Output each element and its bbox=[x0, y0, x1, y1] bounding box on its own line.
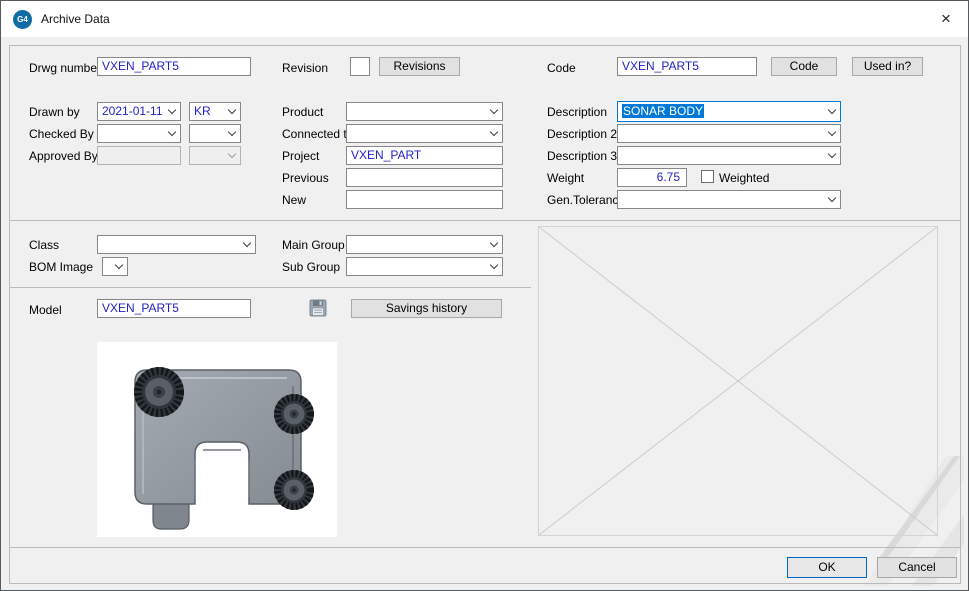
chevron-down-icon[interactable] bbox=[485, 258, 502, 275]
description-combo[interactable]: SONAR BODY bbox=[617, 101, 841, 122]
chevron-down-icon[interactable] bbox=[823, 147, 840, 164]
approved-by-initials-combo bbox=[189, 146, 241, 165]
weighted-checkbox-label: Weighted bbox=[719, 171, 769, 185]
checked-by-initials-combo[interactable] bbox=[189, 124, 241, 143]
chevron-down-icon[interactable] bbox=[223, 103, 240, 120]
chevron-down-icon[interactable] bbox=[163, 125, 180, 142]
separator bbox=[9, 547, 961, 548]
previous-label: Previous bbox=[282, 171, 329, 185]
cancel-button[interactable]: Cancel bbox=[877, 557, 957, 578]
new-label: New bbox=[282, 193, 306, 207]
drawn-by-initials-combo[interactable]: KR bbox=[189, 102, 241, 121]
connected-to-label: Connected to bbox=[282, 127, 353, 141]
checked-by-date-value bbox=[102, 125, 162, 142]
drawn-by-label: Drawn by bbox=[29, 105, 80, 119]
chevron-down-icon[interactable] bbox=[823, 102, 840, 121]
class-combo[interactable] bbox=[97, 235, 256, 254]
class-label: Class bbox=[29, 238, 59, 252]
revisions-button[interactable]: Revisions bbox=[379, 57, 460, 76]
drawn-by-initials-value: KR bbox=[194, 103, 222, 120]
dialog-title: Archive Data bbox=[41, 12, 110, 26]
used-in-button[interactable]: Used in? bbox=[852, 57, 923, 76]
approved-by-initials-value bbox=[194, 147, 222, 164]
ok-button[interactable]: OK bbox=[787, 557, 867, 578]
weight-label: Weight bbox=[547, 171, 584, 185]
chevron-down-icon[interactable] bbox=[238, 236, 255, 253]
save-disk-icon[interactable] bbox=[307, 297, 329, 319]
code-label: Code bbox=[547, 61, 576, 75]
project-label: Project bbox=[282, 149, 319, 163]
separator bbox=[9, 287, 531, 288]
gen-tolerance-value bbox=[622, 191, 822, 208]
connected-to-value bbox=[351, 125, 484, 142]
description-value: SONAR BODY bbox=[622, 102, 822, 121]
weight-field[interactable]: 6.75 bbox=[617, 168, 687, 187]
main-group-combo[interactable] bbox=[346, 235, 503, 254]
description2-combo[interactable] bbox=[617, 124, 841, 143]
product-label: Product bbox=[282, 105, 323, 119]
drwg-number-field[interactable]: VXEN_PART5 bbox=[97, 57, 251, 76]
bom-image-combo[interactable] bbox=[102, 257, 128, 276]
gen-tolerance-combo[interactable] bbox=[617, 190, 841, 209]
chevron-down-icon[interactable] bbox=[485, 103, 502, 120]
drwg-number-label: Drwg number bbox=[29, 61, 101, 75]
description2-value bbox=[622, 125, 822, 142]
main-group-value bbox=[351, 236, 484, 253]
3d-part-drawing bbox=[97, 342, 337, 537]
selected-text: SONAR BODY bbox=[622, 104, 704, 118]
gen-tolerance-label: Gen.Tolerance bbox=[547, 193, 625, 207]
chevron-down-icon[interactable] bbox=[223, 125, 240, 142]
revision-field[interactable] bbox=[350, 57, 370, 76]
main-group-label: Main Group bbox=[282, 238, 345, 252]
new-field[interactable] bbox=[346, 190, 503, 209]
placeholder-cross-icon bbox=[539, 227, 937, 535]
sub-group-label: Sub Group bbox=[282, 260, 340, 274]
chevron-down-icon[interactable] bbox=[163, 103, 180, 120]
checked-by-date-combo[interactable] bbox=[97, 124, 181, 143]
description-label: Description bbox=[547, 105, 607, 119]
chevron-down-icon[interactable] bbox=[823, 191, 840, 208]
chevron-down-icon bbox=[223, 147, 240, 164]
empty-image-placeholder bbox=[538, 226, 938, 536]
app-logo-icon: G4 bbox=[13, 10, 32, 29]
description3-label: Description 3 bbox=[547, 149, 617, 163]
product-value bbox=[351, 103, 484, 120]
model-label: Model bbox=[29, 303, 62, 317]
close-icon[interactable]: × bbox=[934, 8, 958, 30]
savings-history-button[interactable]: Savings history bbox=[351, 299, 502, 318]
weighted-checkbox[interactable] bbox=[701, 170, 714, 183]
separator bbox=[9, 220, 961, 221]
revision-label: Revision bbox=[282, 61, 328, 75]
project-field[interactable]: VXEN_PART bbox=[346, 146, 503, 165]
product-combo[interactable] bbox=[346, 102, 503, 121]
previous-field[interactable] bbox=[346, 168, 503, 187]
chevron-down-icon[interactable] bbox=[485, 125, 502, 142]
description3-combo[interactable] bbox=[617, 146, 841, 165]
model-field[interactable]: VXEN_PART5 bbox=[97, 299, 251, 318]
chevron-down-icon[interactable] bbox=[485, 236, 502, 253]
approved-by-label: Approved By bbox=[29, 149, 98, 163]
class-value bbox=[102, 236, 237, 253]
bom-image-label: BOM Image bbox=[29, 260, 93, 274]
code-button[interactable]: Code bbox=[771, 57, 837, 76]
description3-value bbox=[622, 147, 822, 164]
checked-by-label: Checked By bbox=[29, 127, 94, 141]
sub-group-value bbox=[351, 258, 484, 275]
drawn-by-date-value: 2021-01-11 bbox=[102, 103, 162, 120]
code-field[interactable]: VXEN_PART5 bbox=[617, 57, 757, 76]
archive-data-dialog: G4 Archive Data × Drwg number VXEN_PART5… bbox=[0, 0, 969, 591]
description2-label: Description 2 bbox=[547, 127, 617, 141]
chevron-down-icon[interactable] bbox=[110, 258, 127, 275]
drawn-by-date-combo[interactable]: 2021-01-11 bbox=[97, 102, 181, 121]
model-preview-image bbox=[97, 342, 337, 537]
approved-by-date-field bbox=[97, 146, 181, 165]
checked-by-initials-value bbox=[194, 125, 222, 142]
sub-group-combo[interactable] bbox=[346, 257, 503, 276]
chevron-down-icon[interactable] bbox=[823, 125, 840, 142]
titlebar: G4 Archive Data × bbox=[1, 1, 968, 37]
connected-to-combo[interactable] bbox=[346, 124, 503, 143]
